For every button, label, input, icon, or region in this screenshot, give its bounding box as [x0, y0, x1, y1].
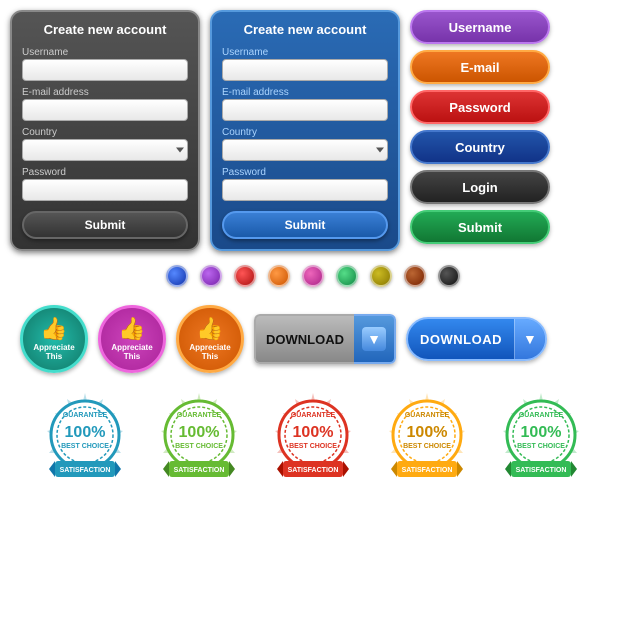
seal-4: GUARANTEE 100% BEST CHOICE SATISFACTION: [373, 391, 481, 483]
svg-text:SATISFACTION: SATISFACTION: [60, 467, 111, 474]
blue-country-wrapper: [222, 139, 388, 161]
seal-5: GUARANTEE 100% BEST CHOICE SATISFACTION: [487, 391, 595, 483]
svg-text:100%: 100%: [179, 424, 220, 441]
svg-text:GUARANTEE: GUARANTEE: [405, 412, 450, 419]
svg-text:GUARANTEE: GUARANTEE: [63, 412, 108, 419]
thumb-icon-magenta: 👍: [118, 316, 145, 342]
password-button[interactable]: Password: [410, 90, 550, 124]
appreciate-teal[interactable]: 👍 AppreciateThis: [20, 305, 88, 373]
blue-username-input[interactable]: [222, 59, 388, 81]
blue-password-label: Password: [222, 167, 388, 178]
svg-text:100%: 100%: [521, 424, 562, 441]
seal-5-svg: GUARANTEE 100% BEST CHOICE SATISFACTION: [487, 391, 595, 483]
username-button[interactable]: Username: [410, 10, 550, 44]
dot-red[interactable]: [234, 265, 256, 287]
dot-purple[interactable]: [200, 265, 222, 287]
submit-button[interactable]: Submit: [410, 210, 550, 244]
download-arrow-rect: ▼: [354, 314, 396, 364]
dot-pink[interactable]: [302, 265, 324, 287]
email-button[interactable]: E-mail: [410, 50, 550, 84]
svg-text:BEST CHOICE: BEST CHOICE: [517, 443, 565, 450]
dot-orange[interactable]: [268, 265, 290, 287]
badge-row: 👍 AppreciateThis 👍 AppreciateThis 👍 Appr…: [10, 301, 616, 377]
side-buttons: Username E-mail Password Country Login S…: [410, 10, 616, 244]
appreciate-label-teal: AppreciateThis: [33, 344, 74, 362]
blue-form: Create new account Username E-mail addre…: [210, 10, 400, 251]
seal-3-svg: GUARANTEE 100% BEST CHOICE SATISFACTION: [259, 391, 367, 483]
dot-brown[interactable]: [404, 265, 426, 287]
seal-4-svg: GUARANTEE 100% BEST CHOICE SATISFACTION: [373, 391, 481, 483]
blue-email-label: E-mail address: [222, 87, 388, 98]
svg-text:BEST CHOICE: BEST CHOICE: [289, 443, 337, 450]
seal-2-svg: GUARANTEE 100% BEST CHOICE SATISFACTION: [145, 391, 253, 483]
color-dots-row: [10, 261, 616, 291]
dark-password-input[interactable]: [22, 179, 188, 201]
blue-username-label: Username: [222, 47, 388, 58]
svg-text:SATISFACTION: SATISFACTION: [288, 467, 339, 474]
dot-blue[interactable]: [166, 265, 188, 287]
appreciate-magenta[interactable]: 👍 AppreciateThis: [98, 305, 166, 373]
svg-text:BEST CHOICE: BEST CHOICE: [175, 443, 223, 450]
dark-form: Create new account Username E-mail addre…: [10, 10, 200, 251]
login-button[interactable]: Login: [410, 170, 550, 204]
blue-country-select[interactable]: [222, 139, 388, 161]
dot-yellow[interactable]: [370, 265, 392, 287]
dark-email-input[interactable]: [22, 99, 188, 121]
appreciate-orange[interactable]: 👍 AppreciateThis: [176, 305, 244, 373]
dark-country-label: Country: [22, 127, 188, 138]
download-btn-round[interactable]: DOWNLOAD ▼: [406, 317, 547, 361]
blue-form-title: Create new account: [222, 22, 388, 37]
svg-text:BEST CHOICE: BEST CHOICE: [403, 443, 451, 450]
svg-text:100%: 100%: [407, 424, 448, 441]
download-arrow-round: ▼: [514, 319, 545, 359]
seal-1-svg: GUARANTEE 100% BEST CHOICE SATISFACTION: [31, 391, 139, 483]
dark-username-input[interactable]: [22, 59, 188, 81]
dark-password-label: Password: [22, 167, 188, 178]
thumb-icon-teal: 👍: [40, 316, 67, 342]
download-arrow-icon: ▼: [362, 327, 386, 351]
seal-1: GUARANTEE 100% BEST CHOICE SATISFACTION: [31, 391, 139, 483]
download-btn-rect[interactable]: DOWNLOAD ▼: [254, 314, 396, 364]
seal-2: GUARANTEE 100% BEST CHOICE SATISFACTION: [145, 391, 253, 483]
dark-submit-button[interactable]: Submit: [22, 211, 188, 239]
svg-text:GUARANTEE: GUARANTEE: [177, 412, 222, 419]
blue-country-label: Country: [222, 127, 388, 138]
dark-email-label: E-mail address: [22, 87, 188, 98]
svg-text:SATISFACTION: SATISFACTION: [516, 467, 567, 474]
appreciate-label-magenta: AppreciateThis: [111, 344, 152, 362]
svg-text:SATISFACTION: SATISFACTION: [402, 467, 453, 474]
appreciate-label-orange: AppreciateThis: [189, 344, 230, 362]
dark-country-select[interactable]: [22, 139, 188, 161]
svg-text:SATISFACTION: SATISFACTION: [174, 467, 225, 474]
down-arrow-icon: ▼: [523, 331, 537, 347]
svg-text:BEST CHOICE: BEST CHOICE: [61, 443, 109, 450]
svg-text:GUARANTEE: GUARANTEE: [291, 412, 336, 419]
download-text-rect: DOWNLOAD: [254, 314, 354, 364]
svg-text:GUARANTEE: GUARANTEE: [519, 412, 564, 419]
svg-text:100%: 100%: [293, 424, 334, 441]
thumb-icon-orange: 👍: [196, 316, 223, 342]
dark-username-label: Username: [22, 47, 188, 58]
svg-text:100%: 100%: [65, 424, 106, 441]
seals-row: GUARANTEE 100% BEST CHOICE SATISFACTION …: [10, 387, 616, 487]
dot-black[interactable]: [438, 265, 460, 287]
seal-3: GUARANTEE 100% BEST CHOICE SATISFACTION: [259, 391, 367, 483]
blue-email-input[interactable]: [222, 99, 388, 121]
blue-password-input[interactable]: [222, 179, 388, 201]
country-button[interactable]: Country: [410, 130, 550, 164]
dark-form-title: Create new account: [22, 22, 188, 37]
download-text-round: DOWNLOAD: [408, 332, 514, 347]
dot-green[interactable]: [336, 265, 358, 287]
blue-submit-button[interactable]: Submit: [222, 211, 388, 239]
dark-country-wrapper: [22, 139, 188, 161]
